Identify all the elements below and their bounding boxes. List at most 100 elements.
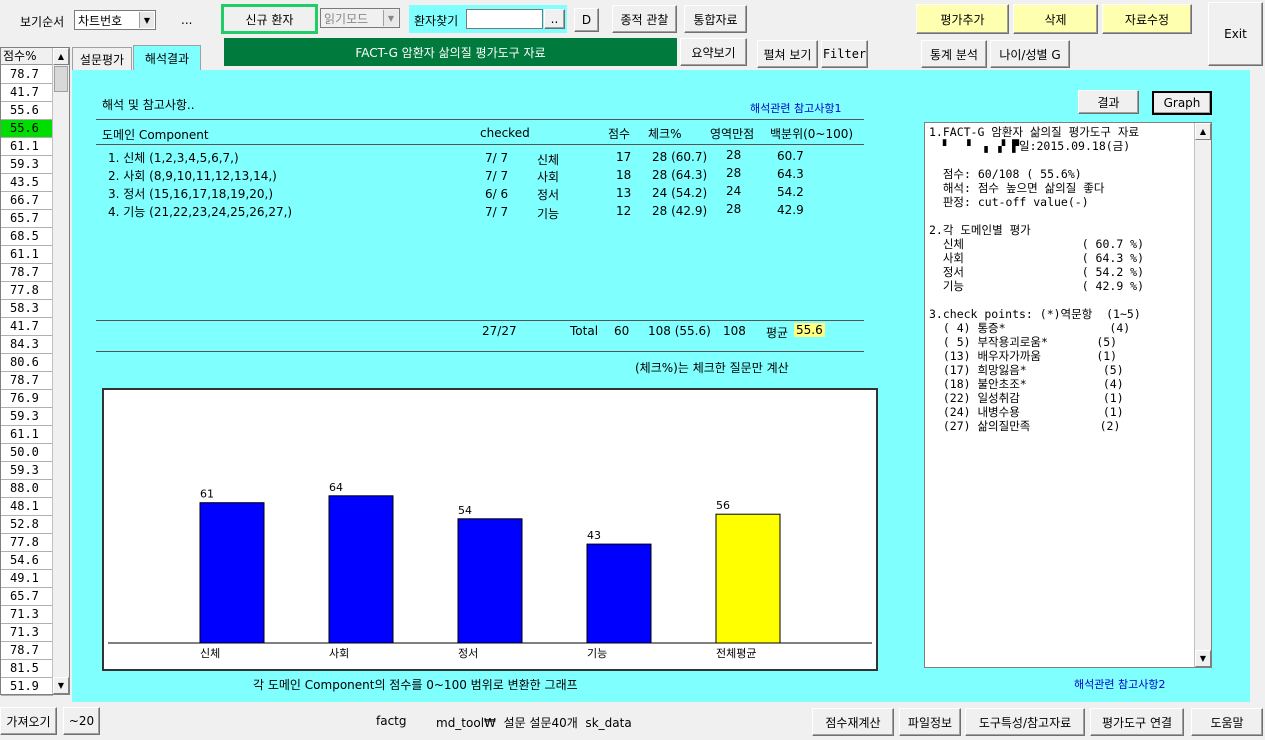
memo-scrollbar[interactable]: ▲ ▼ — [1194, 123, 1211, 667]
fetch-button[interactable]: 가져오기 — [0, 707, 57, 735]
tool-reference-button[interactable]: 도구특성/참고자료 — [965, 708, 1085, 736]
score-list-item[interactable]: 61.1 — [1, 138, 53, 156]
score-list-scrollbar[interactable]: ▲ ▼ — [52, 48, 69, 694]
reference-link-1[interactable]: 해석관련 참고사항1 — [750, 100, 841, 116]
tool-link-button[interactable]: 평가도구 연결 — [1090, 708, 1184, 736]
score-list-item[interactable]: 61.1 — [1, 246, 53, 264]
score-list-item[interactable]: 81.5 — [1, 660, 53, 678]
help-button[interactable]: 도움말 — [1191, 708, 1263, 736]
score-list-item[interactable]: 65.7 — [1, 210, 53, 228]
new-patient-button[interactable]: 신규 환자 — [221, 4, 318, 34]
sort-order-select[interactable]: 차트번호 ▼ — [74, 10, 156, 30]
domain-score: 18 — [616, 168, 632, 182]
score-list-item[interactable]: 78.7 — [1, 642, 53, 660]
score-list-item[interactable]: 58.3 — [1, 300, 53, 318]
score-list-item[interactable]: 66.7 — [1, 192, 53, 210]
scroll-down-icon[interactable]: ▼ — [53, 677, 69, 694]
chart-category-label: 사회 — [329, 647, 349, 660]
tab-survey[interactable]: 설문평가 — [72, 47, 132, 70]
sort-order-label: 보기순서 — [20, 15, 65, 29]
summary-memo[interactable]: 1.FACT-G 암환자 삶의질 평가도구 자료 ▘ ▝ ▖ ▞ ▛일:2015… — [924, 122, 1212, 668]
score-list-item[interactable]: 59.3 — [1, 408, 53, 426]
domain-check-pct: 24 (54.2) — [652, 186, 708, 200]
chart-data-label: 54 — [458, 504, 472, 517]
summary-view-button[interactable]: 요약보기 — [680, 38, 747, 66]
graph-button[interactable]: Graph — [1152, 91, 1212, 115]
domain-name: 사회 — [537, 170, 560, 184]
sort-order-value: 차트번호 — [78, 13, 123, 28]
filter-button[interactable]: Filter — [821, 40, 868, 68]
minus20-button[interactable]: ~20 — [63, 707, 100, 735]
score-list-item[interactable]: 80.6 — [1, 354, 53, 372]
read-mode-select[interactable]: 읽기모드 ▼ — [320, 8, 400, 28]
reference-link-2[interactable]: 해석관련 참고사항2 — [1074, 676, 1165, 692]
score-list[interactable]: 점수% 78.7 41.7 55.6 55.6 61.1 59.3 43.5 66.7 65.7… — [0, 47, 70, 696]
scroll-up-icon[interactable]: ▲ — [53, 48, 69, 65]
search-more-button[interactable]: .. — [544, 9, 565, 29]
d-button[interactable]: D — [574, 8, 599, 32]
add-evaluation-button[interactable]: 평가추가 — [916, 4, 1009, 34]
form-title-banner: FACT-G 암환자 삶의질 평가도구 자료 — [224, 38, 677, 66]
chevron-down-icon[interactable]: ▼ — [383, 10, 398, 26]
score-list-item[interactable]: 55.6 — [1, 120, 53, 138]
score-list-item[interactable]: 84.3 — [1, 336, 53, 354]
more-options[interactable]: ... — [181, 13, 192, 27]
file-info-button[interactable]: 파일정보 — [899, 708, 961, 736]
scroll-down-icon[interactable]: ▼ — [1195, 650, 1211, 667]
score-list-item[interactable]: 41.7 — [1, 84, 53, 102]
total-checked: 27/27 — [482, 324, 517, 338]
trend-observation-button[interactable]: 종적 관찰 — [612, 5, 677, 33]
score-list-item[interactable]: 77.8 — [1, 282, 53, 300]
chart-caption: 각 도메인 Component의 점수를 0~100 범위로 변환한 그래프 — [253, 678, 578, 692]
score-list-item[interactable]: 59.3 — [1, 462, 53, 480]
integrated-data-button[interactable]: 통합자료 — [684, 5, 747, 33]
score-list-item[interactable]: 88.0 — [1, 480, 53, 498]
domain-bar-chart: 61 신체 64 사회 54 정서 43 기능 56 전체평균 — [102, 388, 878, 671]
scroll-thumb[interactable] — [54, 66, 68, 92]
total-check-pct: 108 (55.6) — [648, 324, 711, 338]
score-list-item[interactable]: 78.7 — [1, 66, 53, 84]
score-list-item[interactable]: 76.9 — [1, 390, 53, 408]
score-list-item[interactable]: 65.7 — [1, 588, 53, 606]
score-list-item[interactable]: 68.5 — [1, 228, 53, 246]
score-list-item[interactable]: 61.1 — [1, 426, 53, 444]
score-list-item[interactable]: 78.7 — [1, 264, 53, 282]
patient-search-group: 환자찾기 .. — [409, 5, 567, 33]
score-list-item[interactable]: 55.6 — [1, 102, 53, 120]
tab-results[interactable]: 해석결과 — [133, 45, 201, 70]
domain-max: 28 — [726, 166, 742, 180]
score-list-item[interactable]: 59.3 — [1, 156, 53, 174]
score-list-item[interactable]: 43.5 — [1, 174, 53, 192]
score-list-item[interactable]: 50.0 — [1, 444, 53, 462]
patient-search-input[interactable] — [466, 9, 543, 29]
score-list-item[interactable]: 54.6 — [1, 552, 53, 570]
score-list-item[interactable]: 48.1 — [1, 498, 53, 516]
domain-percentile: 42.9 — [777, 203, 804, 217]
result-button[interactable]: 결과 — [1078, 90, 1139, 114]
score-list-item[interactable]: 78.7 — [1, 372, 53, 390]
col-score: 점수 — [608, 127, 631, 141]
edit-data-button[interactable]: 자료수정 — [1102, 4, 1192, 34]
chevron-down-icon[interactable]: ▼ — [139, 12, 154, 28]
statistics-button[interactable]: 통계 분석 — [921, 40, 987, 68]
status-path: md_tool₩ 설문 설문40개 sk_data — [436, 716, 632, 730]
score-list-item[interactable]: 51.9 — [1, 678, 53, 696]
average-label: 평균 — [766, 326, 789, 340]
recalculate-button[interactable]: 점수재계산 — [812, 708, 894, 736]
score-list-item[interactable]: 71.3 — [1, 624, 53, 642]
scroll-up-icon[interactable]: ▲ — [1195, 123, 1211, 140]
score-list-item[interactable]: 49.1 — [1, 570, 53, 588]
domain-max: 28 — [726, 202, 742, 216]
age-sex-graph-button[interactable]: 나이/성별 G — [990, 40, 1070, 68]
chart-bar — [328, 495, 394, 644]
score-list-item[interactable]: 77.8 — [1, 534, 53, 552]
score-list-item[interactable]: 71.3 — [1, 606, 53, 624]
score-list-item[interactable]: 41.7 — [1, 318, 53, 336]
chart-bar — [715, 513, 781, 644]
domain-checked: 7/ 7 — [485, 205, 509, 219]
domain-check-pct: 28 (42.9) — [652, 204, 708, 218]
score-list-item[interactable]: 52.8 — [1, 516, 53, 534]
delete-button[interactable]: 삭제 — [1013, 4, 1098, 34]
expand-view-button[interactable]: 펼쳐 보기 — [757, 40, 818, 68]
exit-button[interactable]: Exit — [1208, 2, 1263, 66]
